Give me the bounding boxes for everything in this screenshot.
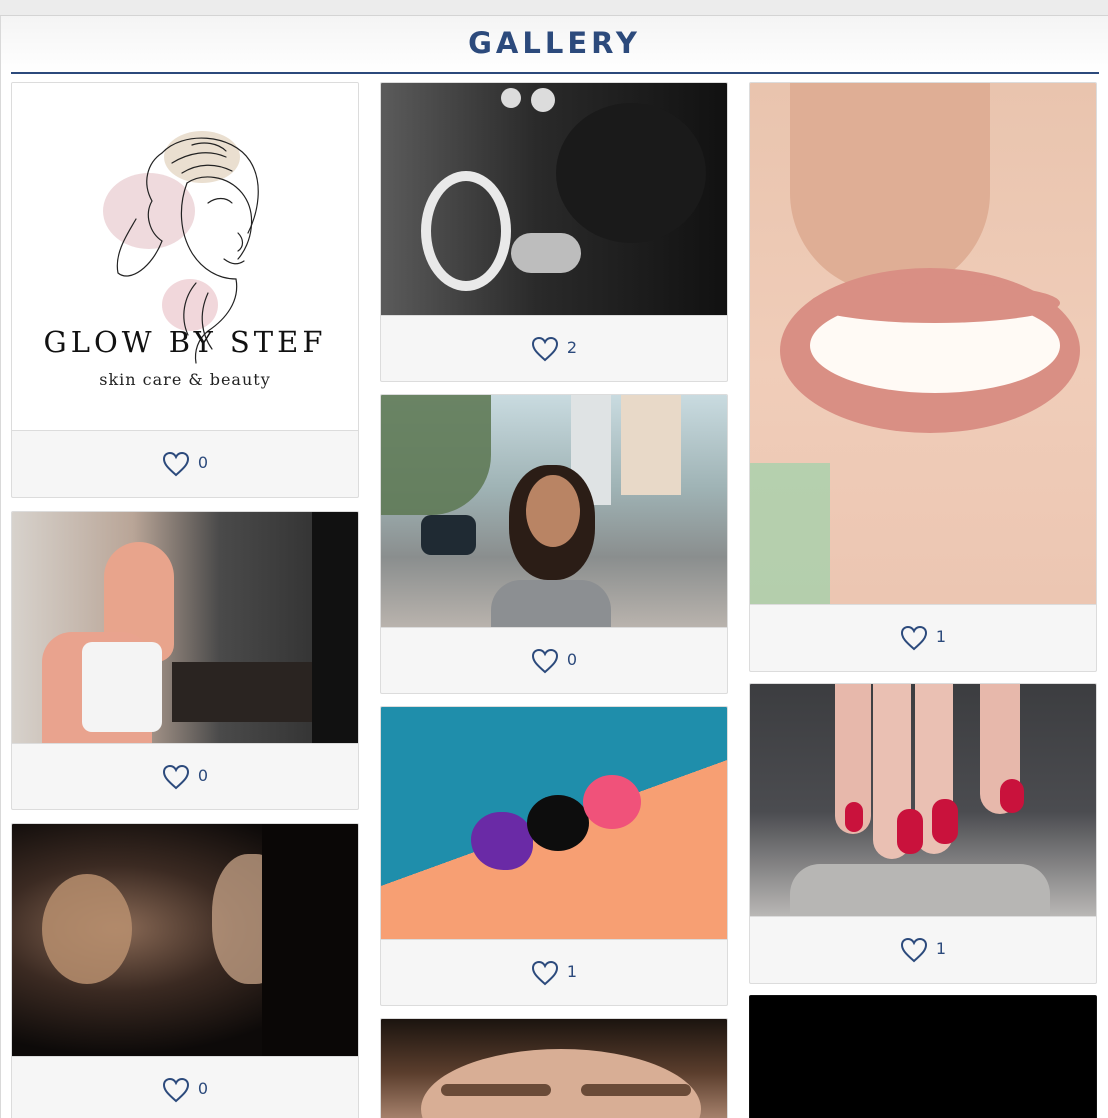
heart-outline-icon[interactable]: [162, 1077, 190, 1103]
like-bar: 0: [12, 1056, 358, 1118]
ring-light-photo[interactable]: [381, 83, 727, 315]
heart-outline-icon[interactable]: [162, 764, 190, 790]
gallery-page: GALLERY GLOW BY STEF skin care & beauty …: [0, 16, 1108, 1118]
gallery-card[interactable]: [749, 995, 1097, 1118]
like-count: 1: [935, 626, 947, 646]
heart-outline-icon[interactable]: [531, 960, 559, 986]
gallery-card[interactable]: 1: [749, 683, 1097, 984]
logo-tagline-text: skin care & beauty: [99, 370, 270, 389]
like-count: 1: [935, 938, 947, 958]
makeup-artist-photo[interactable]: [12, 824, 358, 1056]
eyebrow-closeup-photo[interactable]: [381, 1019, 727, 1118]
heart-outline-icon[interactable]: [531, 336, 559, 362]
face-line-art: GLOW BY STEF skin care & beauty: [44, 131, 327, 389]
dark-photo[interactable]: [750, 996, 1096, 1118]
gallery-card[interactable]: [380, 1018, 728, 1118]
like-bar: 1: [750, 916, 1096, 983]
smile-closeup-photo[interactable]: [750, 83, 1096, 604]
like-count: 0: [197, 765, 209, 785]
like-count: 1: [566, 961, 578, 981]
like-bar: 1: [381, 939, 727, 1005]
love-nails-photo[interactable]: [750, 684, 1096, 916]
gallery-card[interactable]: 0: [380, 394, 728, 694]
heart-outline-icon[interactable]: [900, 937, 928, 963]
gallery-card[interactable]: 0: [11, 823, 359, 1118]
logo-image[interactable]: GLOW BY STEF skin care & beauty: [12, 83, 358, 430]
street-portrait-photo[interactable]: [381, 395, 727, 627]
gallery-card[interactable]: GLOW BY STEF skin care & beauty 0: [11, 82, 359, 498]
like-count: 2: [566, 337, 578, 357]
gallery-card[interactable]: 1: [380, 706, 728, 1006]
gallery-card[interactable]: 0: [11, 511, 359, 810]
like-bar: 0: [381, 627, 727, 693]
logo-brand-text: GLOW BY STEF: [44, 325, 327, 359]
like-bar: 1: [750, 604, 1096, 671]
gallery-card[interactable]: 1: [749, 82, 1097, 672]
like-count: 0: [197, 452, 209, 472]
gallery-card[interactable]: 2: [380, 82, 728, 382]
header-divider: [11, 72, 1099, 74]
makeup-sponges-photo[interactable]: [381, 707, 727, 939]
like-count: 0: [197, 1078, 209, 1098]
gallery-header: GALLERY: [1, 16, 1108, 72]
heart-outline-icon[interactable]: [531, 648, 559, 674]
like-count: 0: [566, 649, 578, 669]
heart-outline-icon[interactable]: [162, 451, 190, 477]
page-title: GALLERY: [468, 26, 641, 60]
hijab-makeup-photo[interactable]: [12, 512, 358, 743]
browser-top-strip: [0, 0, 1108, 16]
like-bar: 0: [12, 743, 358, 809]
like-bar: 2: [381, 315, 727, 381]
like-bar: 0: [12, 430, 358, 497]
heart-outline-icon[interactable]: [900, 625, 928, 651]
